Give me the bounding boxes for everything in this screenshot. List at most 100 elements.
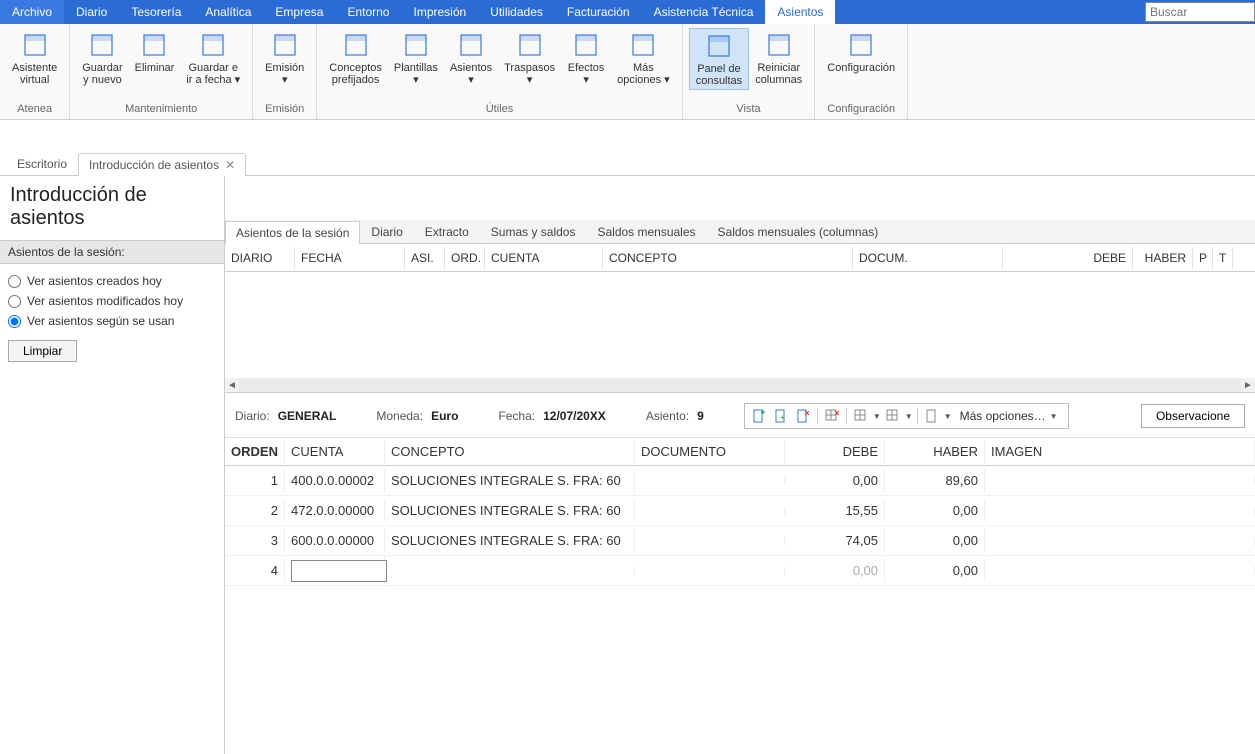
radio-ver-asientos-creados-hoy[interactable]: Ver asientos creados hoy xyxy=(8,274,216,288)
ribbon-btn-guardar[interactable]: Guardar y nuevo xyxy=(76,28,128,88)
caret-down-icon: ▼ xyxy=(1050,412,1058,421)
tool-grid-delete-icon[interactable] xyxy=(822,406,842,426)
ribbon-btn-emisión[interactable]: Emisión ▾ xyxy=(259,28,310,88)
tool-doc-new-icon[interactable] xyxy=(749,406,769,426)
menu-item-analítica[interactable]: Analítica xyxy=(193,0,263,24)
col-documento[interactable]: DOCUMENTO xyxy=(635,440,785,463)
table-row[interactable]: 40,000,00 xyxy=(225,556,1255,586)
menu-item-empresa[interactable]: Empresa xyxy=(263,0,335,24)
ribbon-icon xyxy=(270,30,300,60)
upper-col-cuenta[interactable]: CUENTA xyxy=(485,247,603,269)
ribbon-btn-label: Eliminar xyxy=(135,62,175,74)
doc-tab-label: Escritorio xyxy=(17,157,67,171)
table-row[interactable]: 3600.0.0.00000SOLUCIONES INTEGRALE S. FR… xyxy=(225,526,1255,556)
ribbon-btn-asientos[interactable]: Asientos ▾ xyxy=(444,28,498,88)
ribbon-btn-panel-de[interactable]: Panel de consultas xyxy=(689,28,749,90)
document-tabs: Escritorio Introducción de asientos✕ xyxy=(0,150,1255,176)
sub-tab-diario[interactable]: Diario xyxy=(360,220,413,243)
cuenta-input[interactable] xyxy=(291,560,387,582)
upper-col-p[interactable]: P xyxy=(1193,247,1213,269)
svg-text:+: + xyxy=(780,413,785,422)
upper-col-fecha[interactable]: FECHA xyxy=(295,247,405,269)
right-pane: Asientos de la sesiónDiarioExtractoSumas… xyxy=(224,176,1255,754)
ribbon-btn-label: Asistente virtual xyxy=(12,62,57,86)
sub-tab-saldos-mensuales-(columnas)[interactable]: Saldos mensuales (columnas) xyxy=(707,220,890,243)
tool-grid-two-icon[interactable] xyxy=(883,406,903,426)
limpiar-button[interactable]: Limpiar xyxy=(8,340,77,362)
col-cuenta[interactable]: CUENTA xyxy=(285,440,385,463)
menu-item-asientos[interactable]: Asientos xyxy=(765,0,835,24)
sub-tab-saldos-mensuales[interactable]: Saldos mensuales xyxy=(586,220,706,243)
tool-doc-icon[interactable] xyxy=(922,406,942,426)
doc-tab-escritorio[interactable]: Escritorio xyxy=(6,152,78,175)
ribbon-group-emisión: Emisión ▾Emisión xyxy=(253,24,317,119)
search-box[interactable] xyxy=(1145,2,1255,22)
observaciones-button[interactable]: Observacione xyxy=(1141,404,1245,428)
menu-item-diario[interactable]: Diario xyxy=(64,0,119,24)
col-haber[interactable]: HABER xyxy=(885,440,985,463)
tool-doc-add-icon[interactable]: + xyxy=(771,406,791,426)
cell-documento xyxy=(635,537,785,545)
cell-documento xyxy=(635,567,785,575)
tool-doc-delete-icon[interactable] xyxy=(793,406,813,426)
ribbon-btn-configuración[interactable]: Configuración xyxy=(821,28,901,76)
upper-col-asi[interactable]: ASI. xyxy=(405,247,445,269)
more-options-dropdown[interactable]: Más opciones… ▼ xyxy=(954,407,1064,425)
caret-down-icon[interactable]: ▼ xyxy=(944,412,952,421)
ribbon-btn-eliminar[interactable]: Eliminar xyxy=(129,28,181,76)
sub-tab-extracto[interactable]: Extracto xyxy=(414,220,480,243)
ribbon-icon xyxy=(198,30,228,60)
radio-ver-asientos-modificados-hoy[interactable]: Ver asientos modificados hoy xyxy=(8,294,216,308)
scroll-left-arrow[interactable]: ◄ xyxy=(225,378,239,392)
upper-col-t[interactable]: T xyxy=(1213,247,1233,269)
upper-col-debe[interactable]: DEBE xyxy=(1003,247,1133,269)
upper-col-diario[interactable]: DIARIO xyxy=(225,247,295,269)
ribbon-btn-guardar-e[interactable]: Guardar e ir a fecha ▾ xyxy=(180,28,246,88)
radio-input[interactable] xyxy=(8,295,21,308)
col-concepto[interactable]: CONCEPTO xyxy=(385,440,635,463)
tool-grid-one-icon[interactable] xyxy=(851,406,871,426)
upper-col-haber[interactable]: HABER xyxy=(1133,247,1193,269)
menu-item-facturación[interactable]: Facturación xyxy=(555,0,642,24)
sub-tab-asientos-de-la-sesión[interactable]: Asientos de la sesión xyxy=(225,221,360,244)
upper-col-concepto[interactable]: CONCEPTO xyxy=(603,247,853,269)
table-row[interactable]: 1400.0.0.00002SOLUCIONES INTEGRALE S. FR… xyxy=(225,466,1255,496)
ribbon-btn-plantillas[interactable]: Plantillas ▾ xyxy=(388,28,444,88)
menu-item-tesorería[interactable]: Tesorería xyxy=(119,0,193,24)
horizontal-scrollbar[interactable]: ◄ ► xyxy=(225,378,1255,392)
caret-down-icon[interactable]: ▼ xyxy=(873,412,881,421)
menu-item-asistencia-técnica[interactable]: Asistencia Técnica xyxy=(642,0,766,24)
cell-imagen xyxy=(985,507,1255,515)
fecha-label: Fecha: xyxy=(498,409,535,423)
scroll-right-arrow[interactable]: ► xyxy=(1241,378,1255,392)
menu-item-entorno[interactable]: Entorno xyxy=(335,0,401,24)
ribbon-btn-más[interactable]: Más opciones ▾ xyxy=(611,28,676,88)
main-area: Introducción de asientos Asientos de la … xyxy=(0,176,1255,754)
ribbon-btn-asistente[interactable]: Asistente virtual xyxy=(6,28,63,88)
ribbon-btn-traspasos[interactable]: Traspasos ▾ xyxy=(498,28,561,88)
menu-item-impresión[interactable]: Impresión xyxy=(401,0,478,24)
close-icon[interactable]: ✕ xyxy=(225,158,235,172)
ribbon-btn-conceptos[interactable]: Conceptos prefijados xyxy=(323,28,388,88)
upper-col-ord[interactable]: ORD. xyxy=(445,247,485,269)
radio-input[interactable] xyxy=(8,275,21,288)
ribbon-btn-reiniciar[interactable]: Reiniciar columnas xyxy=(749,28,808,88)
radio-input[interactable] xyxy=(8,315,21,328)
menu-item-utilidades[interactable]: Utilidades xyxy=(478,0,555,24)
col-debe[interactable]: DEBE xyxy=(785,440,885,463)
sub-tab-sumas-y-saldos[interactable]: Sumas y saldos xyxy=(480,220,587,243)
menu-item-archivo[interactable]: Archivo xyxy=(0,0,64,24)
sidebar-body: Ver asientos creados hoy Ver asientos mod… xyxy=(0,264,224,372)
radio-ver-asientos-según-se-usan[interactable]: Ver asientos según se usan xyxy=(8,314,216,328)
col-orden[interactable]: ORDEN xyxy=(225,440,285,463)
upper-col-docum[interactable]: DOCUM. xyxy=(853,247,1003,269)
moneda-value: Euro xyxy=(431,409,458,423)
ribbon-icon xyxy=(456,30,486,60)
scroll-track[interactable] xyxy=(239,378,1241,392)
col-imagen[interactable]: IMAGEN xyxy=(985,440,1255,463)
search-input[interactable] xyxy=(1150,5,1250,19)
caret-down-icon[interactable]: ▼ xyxy=(905,412,913,421)
table-row[interactable]: 2472.0.0.00000SOLUCIONES INTEGRALE S. FR… xyxy=(225,496,1255,526)
ribbon-btn-efectos[interactable]: Efectos ▾ xyxy=(561,28,611,88)
doc-tab-introducción-de-asientos[interactable]: Introducción de asientos✕ xyxy=(78,153,246,176)
